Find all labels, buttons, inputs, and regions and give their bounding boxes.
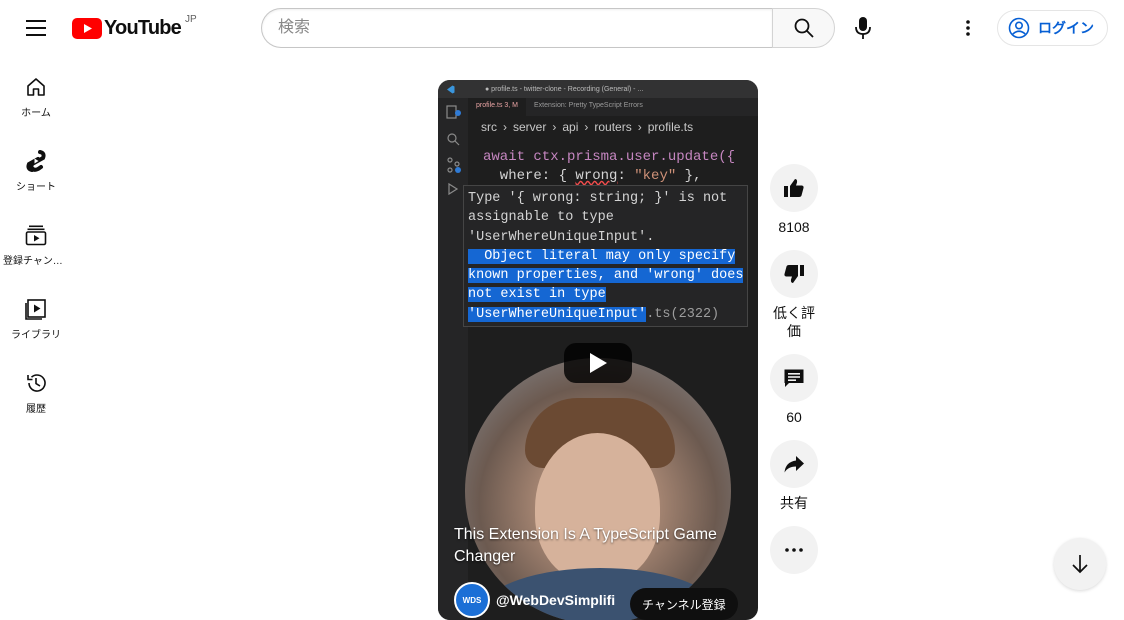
guide-item-library[interactable]: ライブラリ [0,278,72,352]
code-line-a: where: { [483,168,576,184]
subscribe-button[interactable]: チャンネル登録 [630,588,738,620]
chevron-right-icon: › [503,120,507,134]
settings-menu-button[interactable] [948,8,988,48]
share-icon [784,456,804,473]
dislike-button[interactable] [770,250,818,298]
youtube-play-logo-icon [72,17,102,39]
thumbs-down-icon [784,265,804,283]
editor-breadcrumbs: src › server › api › routers › profile.ts [468,118,758,136]
sign-in-label: ログイン [1038,20,1094,36]
thumbs-up-icon [784,179,804,197]
more-horiz-icon [785,548,803,552]
dislike-label: 低く評価 [773,305,815,339]
share-button[interactable] [770,440,818,488]
code-line-c: }, [676,168,702,184]
code-snippet: await ctx.prisma.user.update({ where: { … [483,148,735,186]
library-icon [25,299,46,320]
channel-name[interactable]: @WebDevSimplifi [496,592,615,608]
search-input[interactable] [261,8,772,48]
arrow-down-icon [1072,555,1088,574]
editor-tab-bar: profile.ts 3, M Extension: Pretty TypeSc… [468,98,758,116]
error-tooltip: Type '{ wrong: string; }' is not assigna… [463,185,748,327]
account-circle-icon [1008,17,1030,39]
guide-item-subscriptions[interactable]: 登録チャンネル [0,204,72,278]
guide-item-label: 登録チャンネル [3,256,69,267]
sign-in-button[interactable]: ログイン [997,10,1108,46]
mini-guide: ホーム ショート 登録チャンネル ライブラリ 履歴 [0,56,72,426]
comment-count: 60 [786,409,802,425]
tooltip-line-highlight: Object literal may only specify [468,248,736,264]
share-action: 共有 [769,440,819,512]
code-string: "key" [634,168,677,184]
history-icon [27,374,46,392]
comment-action: 60 [769,354,819,426]
comments-button[interactable] [770,354,818,402]
like-button[interactable] [770,164,818,212]
short-title[interactable]: This Extension Is A TypeScript Game Chan… [454,524,734,568]
chevron-right-icon: › [552,120,557,134]
more-vert-icon [966,20,970,36]
breadcrumb-item: api [562,120,579,134]
search-icon [794,18,814,38]
channel-avatar[interactable]: WDS [454,582,490,618]
creator-webcam [465,358,731,620]
shorts-actions: 8108 低く評価 60 共有 [769,164,819,588]
breadcrumb-item: src [481,120,497,134]
guide-menu-button[interactable] [16,8,56,48]
hamburger-icon [26,20,46,36]
tooltip-code: .ts(2322) [646,306,720,322]
code-error-token: wrong [575,168,618,184]
vscode-logo-icon [447,85,455,93]
breadcrumb-item: profile.ts [647,120,694,134]
editor-titlebar: ● profile.ts - twitter-clone - Recording… [438,80,758,98]
comment-icon [784,369,804,387]
youtube-logo[interactable]: YouTube JP [72,14,197,42]
chevron-right-icon: › [637,120,642,134]
home-icon [27,78,45,96]
guide-item-home[interactable]: ホーム [0,56,72,130]
tooltip-line-highlight: not exist in type [468,287,606,303]
microphone-icon [855,17,871,39]
code-line: await ctx.prisma.user.update({ [483,149,736,165]
guide-item-shorts[interactable]: ショート [0,130,72,204]
editor-window-title: ● profile.ts - twitter-clone - Recording… [485,85,644,93]
guide-item-label: ライブラリ [11,330,61,341]
breadcrumb-item: routers [594,120,632,134]
like-action: 8108 [769,164,819,236]
play-button[interactable] [564,343,632,383]
editor-tab-extension: Extension: Pretty TypeScript Errors [534,102,643,109]
guide-item-label: 履歴 [26,404,46,415]
more-options-button[interactable] [770,526,818,574]
breadcrumb-item: server [513,120,547,134]
channel-row: WDS @WebDevSimplifi チャンネル登録 [454,582,754,620]
voice-search-button[interactable] [843,8,883,48]
tooltip-line: assignable to type [468,210,614,226]
tooltip-line: Type '{ wrong: string; }' is not [468,191,728,206]
search-button[interactable] [772,8,835,48]
explorer-icon [446,105,461,196]
guide-item-label: ホーム [21,108,51,119]
tooltip-line-highlight: known properties, and 'wrong' does [468,268,744,284]
masthead: YouTube JP ログイン [0,0,1124,56]
guide-item-label: ショート [16,182,56,193]
editor-tab-profile: profile.ts 3, M [468,98,527,116]
shorts-icon [26,150,46,172]
play-icon [590,353,607,373]
like-count: 8108 [778,219,810,235]
shorts-player[interactable]: ● profile.ts - twitter-clone - Recording… [438,80,758,620]
dislike-action: 低く評価 [769,250,819,340]
tooltip-line-highlight: 'UserWhereUniqueInput' [468,306,647,322]
region-code: JP [184,13,197,25]
share-label: 共有 [780,495,808,511]
tooltip-line: 'UserWhereUniqueInput'. [468,229,655,245]
search-box [261,8,835,48]
chevron-right-icon: › [584,120,589,134]
guide-item-history[interactable]: 履歴 [0,352,72,426]
subscriptions-icon [25,225,47,246]
code-line-b: : [617,168,635,184]
more-action [769,526,819,574]
logo-wordmark: YouTube [104,16,182,39]
next-short-button[interactable] [1054,538,1106,590]
